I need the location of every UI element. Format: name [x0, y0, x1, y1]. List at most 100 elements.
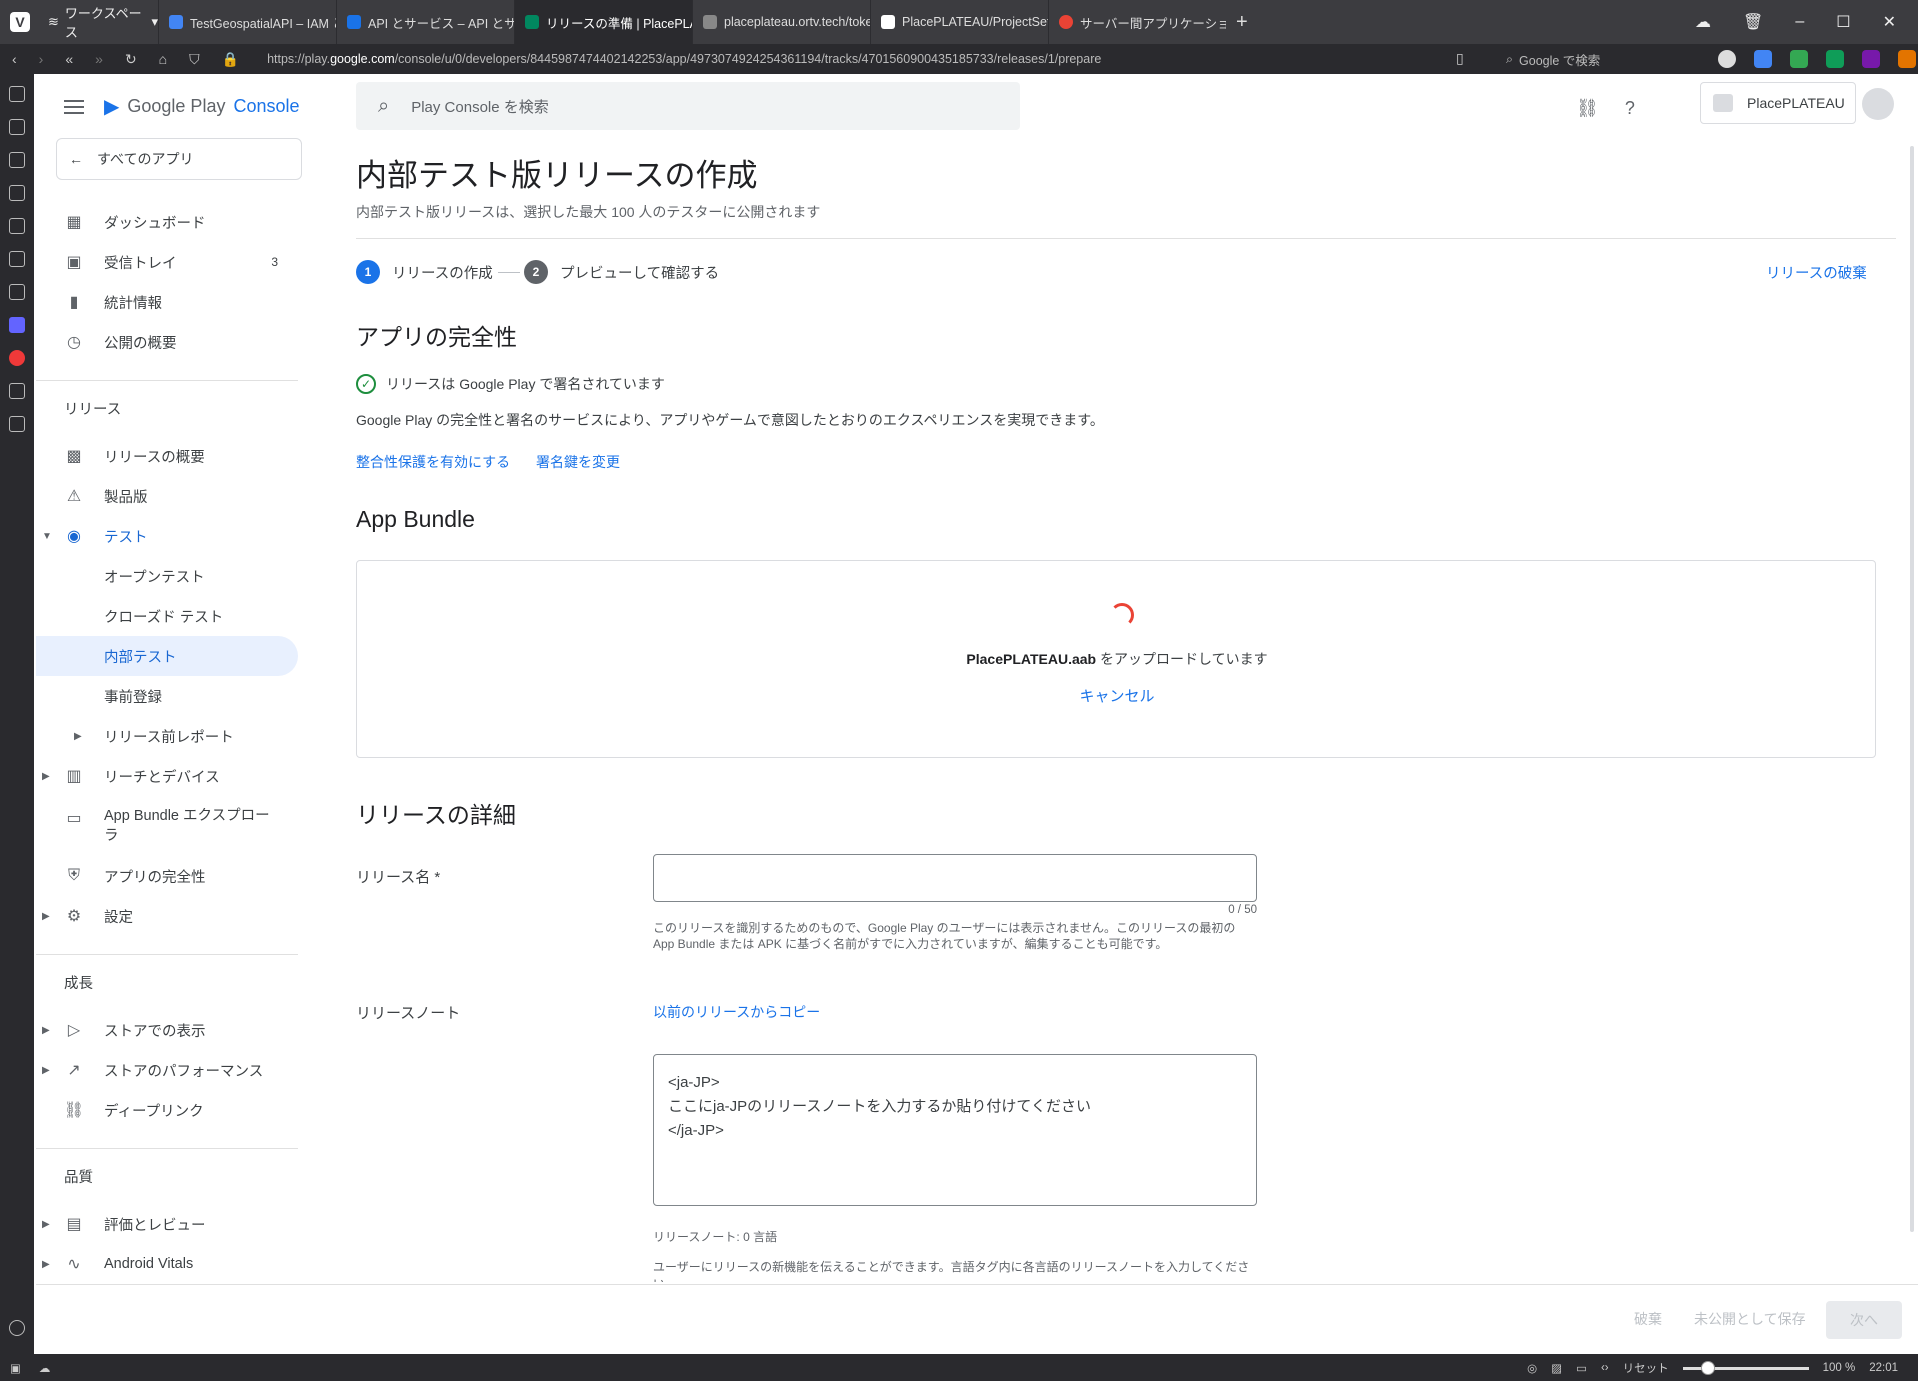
cancel-upload-button[interactable]: キャンセル: [357, 685, 1877, 706]
discard-release-link[interactable]: リリースの破棄: [1766, 262, 1867, 283]
all-apps-button[interactable]: ← すべてのアプリ: [56, 138, 302, 180]
minimize-button[interactable]: –: [1795, 13, 1804, 31]
reading-list-panel-icon[interactable]: [9, 119, 25, 135]
nav-bundle-explorer[interactable]: ▭ App Bundle エクスプローラ: [36, 796, 298, 848]
nav-statistics[interactable]: ▮ 統計情報: [36, 282, 298, 322]
translate-panel-icon[interactable]: [9, 284, 25, 300]
release-name-input[interactable]: [653, 854, 1257, 902]
nav-pre-registration[interactable]: 事前登録: [36, 676, 298, 716]
change-signing-key-link[interactable]: 署名鍵を変更: [536, 452, 620, 472]
maximize-button[interactable]: ☐: [1836, 12, 1850, 32]
nav-inbox[interactable]: ▣ 受信トレイ 3: [36, 242, 298, 282]
fast-forward-icon[interactable]: »: [95, 51, 103, 67]
app-bundle-upload-area[interactable]: PlacePLATEAU.aab をアップロードしています キャンセル: [356, 560, 1876, 758]
step-create-release[interactable]: 1 リリースの作成: [356, 260, 493, 284]
extension-icon[interactable]: [1790, 50, 1808, 68]
workspace-menu[interactable]: ≋ ワークスペース ▾: [48, 3, 158, 41]
bookmark-icon[interactable]: ▯: [1456, 50, 1464, 67]
forward-icon[interactable]: ›: [39, 51, 44, 67]
release-name-counter: 0 / 50: [1228, 904, 1257, 916]
mastodon-panel-icon[interactable]: [9, 317, 25, 333]
discard-button[interactable]: 破棄: [1634, 1309, 1662, 1329]
nav-open-testing[interactable]: オープンテスト: [36, 556, 298, 596]
rewind-icon[interactable]: «: [65, 51, 73, 67]
nav-production[interactable]: ⚠ 製品版: [36, 476, 298, 516]
nav-deep-links[interactable]: ⛓ ディープリンク: [36, 1090, 298, 1130]
trash-icon[interactable]: 🗑: [1743, 12, 1763, 32]
nav-testing[interactable]: ▼ ◉ テスト: [36, 516, 298, 556]
tab-title: placeplateau.ortv.tech/token: [724, 15, 870, 29]
page-scrollbar[interactable]: [1910, 146, 1914, 1232]
app-bundle-heading: App Bundle: [356, 506, 475, 532]
url-domain: google.com: [330, 52, 395, 66]
nav-store-presence[interactable]: ▶ ▷ ストアでの表示: [36, 1010, 298, 1050]
vivaldi-panel-icon[interactable]: [9, 350, 25, 366]
menu-icon[interactable]: [64, 99, 84, 114]
play-console-logo[interactable]: ▶ Google Play Console: [104, 94, 300, 119]
zoom-slider-knob[interactable]: [1700, 1360, 1715, 1375]
downloads-panel-icon[interactable]: [9, 152, 25, 168]
page-tiling-icon[interactable]: ▭: [1576, 1361, 1587, 1375]
enable-integrity-link[interactable]: 整合性保護を有効にする: [356, 452, 510, 472]
nav-label: ストアのパフォーマンス: [104, 1063, 264, 1080]
sync-cloud-icon[interactable]: ☁: [39, 1361, 51, 1375]
add-panel-icon[interactable]: [9, 416, 25, 432]
calendar-panel-icon[interactable]: [9, 251, 25, 267]
nav-closed-testing[interactable]: クローズド テスト: [36, 596, 298, 636]
nav-settings[interactable]: ▶ ⚙ 設定: [36, 896, 298, 936]
nav-section-quality: 品質: [64, 1170, 93, 1186]
bookmarks-panel-icon[interactable]: [9, 86, 25, 102]
url-field[interactable]: https://play.google.com/console/u/0/deve…: [267, 52, 1457, 66]
close-button[interactable]: ✕: [1883, 12, 1896, 32]
profile-avatar-icon[interactable]: [1718, 50, 1736, 68]
next-button[interactable]: 次へ: [1826, 1301, 1902, 1339]
nav-publishing-overview[interactable]: ◷ 公開の概要: [36, 322, 298, 362]
zoom-reset-button[interactable]: リセット: [1623, 1360, 1669, 1376]
step-preview-confirm[interactable]: 2 プレビューして確認する: [524, 260, 719, 284]
extension-icon[interactable]: [1898, 50, 1916, 68]
nav-dashboard[interactable]: ▦ ダッシュボード: [36, 202, 298, 242]
image-icon[interactable]: ▨: [1551, 1361, 1562, 1375]
shield-icon[interactable]: ⛉: [189, 51, 200, 68]
nav-label: 受信トレイ: [104, 255, 177, 272]
browser-tab[interactable]: placeplateau.ortv.tech/token: [692, 0, 870, 44]
wikipedia-panel-icon[interactable]: [9, 383, 25, 399]
reload-icon[interactable]: ↻: [125, 51, 137, 68]
home-icon[interactable]: ⌂: [159, 51, 167, 67]
release-notes-textarea[interactable]: <ja-JP> ここにja-JPのリリースノートを入力するか貼り付けてください …: [653, 1054, 1257, 1206]
browser-search-field[interactable]: ⌕ Google で検索: [1506, 48, 1702, 70]
capture-icon[interactable]: ◎: [1527, 1361, 1537, 1375]
panel-toggle-icon[interactable]: ▣: [10, 1361, 21, 1375]
save-draft-button[interactable]: 未公開として保存: [1694, 1309, 1806, 1329]
browser-tab-active[interactable]: リリースの準備 | PlacePLATEAU: [514, 0, 692, 44]
vivaldi-logo-icon[interactable]: V: [10, 12, 30, 32]
onenote-extension-icon[interactable]: [1862, 50, 1880, 68]
nav-pre-launch-report[interactable]: ▶ リリース前レポート: [36, 716, 298, 756]
extension-icon[interactable]: [1826, 50, 1844, 68]
code-icon[interactable]: ‹›: [1601, 1362, 1609, 1374]
nav-reach-devices[interactable]: ▶ ▥ リーチとデバイス: [36, 756, 298, 796]
nav-app-integrity[interactable]: ⛨ アプリの完全性: [36, 856, 298, 896]
zoom-slider[interactable]: [1682, 1360, 1809, 1375]
new-tab-button[interactable]: +: [1236, 11, 1248, 34]
history-panel-icon[interactable]: [9, 185, 25, 201]
nav-label: ストアでの表示: [104, 1023, 206, 1040]
nav-internal-testing[interactable]: 内部テスト: [36, 636, 298, 676]
nav-ratings-reviews[interactable]: ▶ ▤ 評価とレビュー: [36, 1204, 298, 1244]
browser-tab[interactable]: TestGeospatialAPI – IAM と管理: [158, 0, 336, 44]
upload-file-name: PlacePLATEAU.aab: [966, 651, 1097, 667]
cloud-icon[interactable]: ☁: [1695, 12, 1711, 32]
nav-store-performance[interactable]: ▶ ↗ ストアのパフォーマンス: [36, 1050, 298, 1090]
settings-panel-icon[interactable]: [9, 1320, 25, 1336]
translate-extension-icon[interactable]: [1754, 50, 1772, 68]
google-favicon-icon: [1059, 15, 1073, 29]
browser-tab[interactable]: API とサービス – API とサービス: [336, 0, 514, 44]
browser-tab[interactable]: サーバー間アプリケーションに OAuth: [1048, 0, 1226, 44]
browser-tab[interactable]: PlacePLATEAU/ProjectSettings: [870, 0, 1048, 44]
nav-android-vitals[interactable]: ▶ ∿ Android Vitals: [36, 1244, 298, 1284]
back-icon[interactable]: ‹: [12, 51, 17, 67]
nav-release-overview[interactable]: ▩ リリースの概要: [36, 436, 298, 476]
notes-panel-icon[interactable]: [9, 218, 25, 234]
copy-previous-release-link[interactable]: 以前のリリースからコピー: [653, 1002, 820, 1022]
expand-arrow-icon: ▶: [74, 730, 82, 742]
